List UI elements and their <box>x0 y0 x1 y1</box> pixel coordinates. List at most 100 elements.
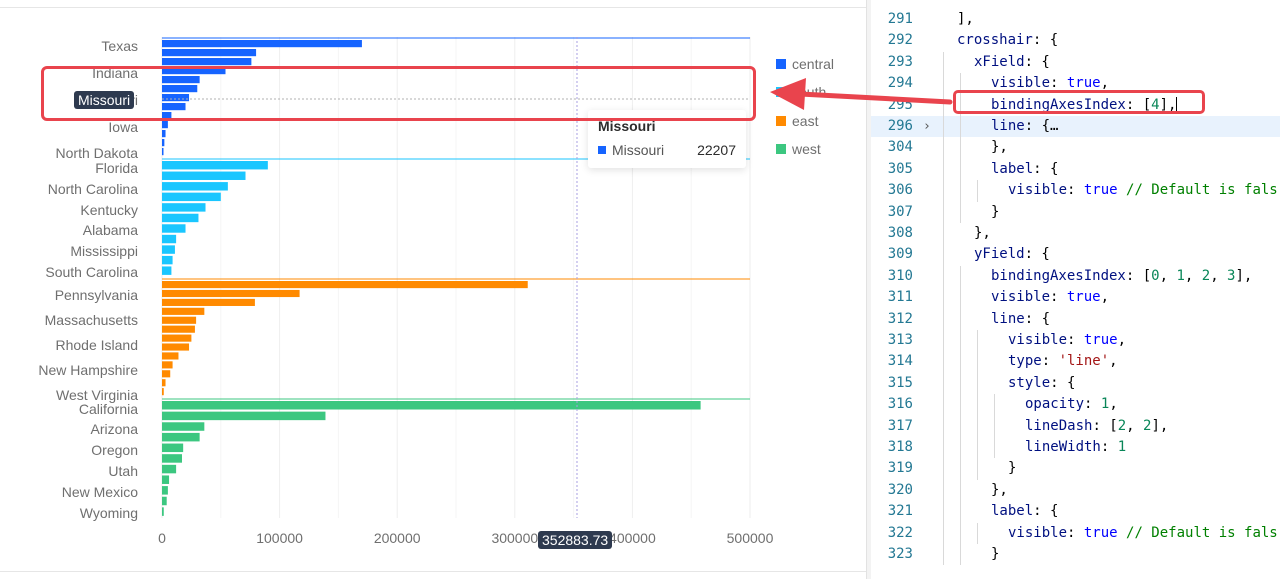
code-token: 1 <box>1117 439 1127 455</box>
chart-highlight-annotation <box>41 66 756 121</box>
code-text[interactable]: label: { <box>991 501 1058 522</box>
code-line[interactable]: 311 visible: true, <box>871 287 1280 308</box>
bar <box>162 234 177 244</box>
code-line[interactable]: 313 visible: true, <box>871 330 1280 351</box>
code-line[interactable]: 317 lineDash: [2, 2], <box>871 416 1280 437</box>
code-token: type <box>1008 353 1042 370</box>
indent-guide <box>943 223 944 245</box>
code-token: // Default is fals <box>1117 524 1278 541</box>
code-line[interactable]: 315 style: { <box>871 373 1280 394</box>
code-token: true <box>1083 332 1118 348</box>
indent-guide <box>977 372 978 395</box>
code-line[interactable]: 310 bindingAxesIndex: [0, 1, 2, 3], <box>871 266 1280 287</box>
category-label: Alabama <box>83 222 138 238</box>
code-line[interactable]: 305 label: { <box>871 159 1280 180</box>
bar <box>162 255 173 265</box>
indent-guide <box>960 137 961 159</box>
code-line[interactable]: 314 type: 'line', <box>871 351 1280 372</box>
code-editor[interactable]: 291], 292 crosshair: {293 xField: {294 visib… <box>871 0 1280 579</box>
code-text[interactable]: visible: true, <box>991 287 1109 308</box>
code-text[interactable]: ], <box>957 9 974 30</box>
code-line[interactable]: 308}, <box>871 223 1280 244</box>
tooltip-series-name: Missouri <box>612 142 665 158</box>
code-text[interactable]: opacity: 1, <box>1025 394 1118 415</box>
code-token: bindingAxesIndex <box>991 267 1126 284</box>
code-text[interactable]: } <box>991 202 999 223</box>
bar <box>162 307 205 315</box>
code-line[interactable]: 296 › line: {… <box>871 116 1280 138</box>
bar <box>162 121 168 129</box>
code-text[interactable]: lineDash: [2, 2], <box>1025 416 1168 437</box>
code-text[interactable]: line: { <box>991 309 1050 330</box>
indent-guide <box>943 394 944 416</box>
code-token: lineWidth <box>1025 439 1101 455</box>
x-tick-label: 500000 <box>727 530 774 546</box>
bar <box>162 289 300 298</box>
code-token: , <box>1126 417 1144 434</box>
code-line[interactable]: 309 yField: { <box>871 244 1280 265</box>
bar <box>162 245 175 254</box>
code-line[interactable]: 291], <box>871 9 1280 30</box>
code-text[interactable]: type: 'line', <box>1008 351 1118 372</box>
code-line[interactable]: 292 crosshair: { <box>871 30 1280 51</box>
bar <box>162 224 186 233</box>
bar <box>162 432 200 442</box>
code-line[interactable]: 319} <box>871 458 1280 479</box>
code-text[interactable]: visible: true // Default is fals <box>1008 523 1278 544</box>
code-text[interactable]: }, <box>991 137 1008 158</box>
code-token: true <box>1083 182 1118 199</box>
category-label: South Carolina <box>45 264 138 280</box>
code-text[interactable]: } <box>991 544 999 565</box>
code-text[interactable]: label: { <box>991 159 1058 180</box>
code-token: } <box>991 203 1000 220</box>
line-number: 316 <box>887 396 913 413</box>
code-line[interactable]: 316 opacity: 1, <box>871 394 1280 415</box>
indent-guide <box>994 437 995 459</box>
indent-guide <box>977 351 978 373</box>
indent-guide <box>943 308 944 330</box>
indent-guide <box>943 437 944 459</box>
line-number: 317 <box>887 417 913 434</box>
code-token: : <box>1041 353 1059 370</box>
indent-guide <box>960 415 961 437</box>
code-text[interactable]: visible: true // Default is fals <box>1008 180 1278 201</box>
code-text[interactable]: lineWidth: 1 <box>1025 437 1126 458</box>
code-text[interactable]: crosshair: { <box>957 30 1058 51</box>
code-token: , <box>1117 332 1127 348</box>
bar <box>162 325 195 333</box>
code-text[interactable]: }, <box>991 480 1008 501</box>
code-token: } <box>991 546 1000 562</box>
code-line[interactable]: 320}, <box>871 480 1280 501</box>
code-line[interactable]: 304}, <box>871 137 1280 158</box>
indent-guide <box>943 330 944 352</box>
code-text[interactable]: style: { <box>1008 373 1075 394</box>
code-token: label <box>991 160 1034 177</box>
code-line[interactable]: 318 lineWidth: 1 <box>871 437 1280 458</box>
code-text[interactable]: bindingAxesIndex: [0, 1, 2, 3], <box>991 266 1252 287</box>
code-line[interactable]: 312 line: { <box>871 309 1280 330</box>
code-line[interactable]: 323} <box>871 544 1280 565</box>
code-line[interactable]: 322 visible: true // Default is fals <box>871 523 1280 544</box>
code-text[interactable]: visible: true, <box>1008 330 1126 351</box>
fold-chevron-icon[interactable]: › <box>923 116 931 137</box>
code-line[interactable]: 307} <box>871 202 1280 223</box>
code-token: opacity <box>1025 396 1085 413</box>
line-number: 309 <box>887 246 913 263</box>
code-line[interactable]: 321 label: { <box>871 501 1280 522</box>
indent-guide <box>977 180 978 202</box>
indent-guide <box>960 158 961 181</box>
code-text[interactable]: yField: { <box>974 244 1050 265</box>
indent-guide <box>943 158 944 181</box>
line-number: 320 <box>887 481 913 498</box>
bar <box>162 422 205 431</box>
code-text[interactable]: line: {… <box>991 116 1058 137</box>
indent-guide <box>960 544 961 566</box>
code-text[interactable]: }, <box>974 223 991 244</box>
code-line[interactable]: 293 xField: { <box>871 52 1280 73</box>
code-line[interactable]: 306 visible: true // Default is fals <box>871 180 1280 201</box>
code-text[interactable]: xField: { <box>974 52 1050 73</box>
x-tick-label: 300000 <box>491 530 538 546</box>
code-text[interactable]: } <box>1008 458 1016 479</box>
code-token: , <box>1210 267 1228 284</box>
code-token: : { <box>1050 374 1076 391</box>
